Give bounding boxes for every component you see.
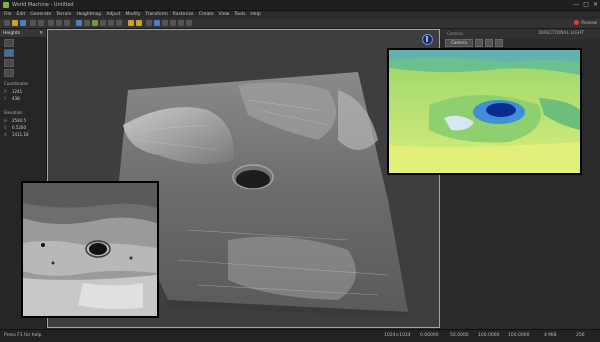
new-icon[interactable] (4, 20, 10, 26)
tool-palette (0, 37, 46, 79)
menu-edit[interactable]: Edit (17, 11, 26, 19)
redo-icon[interactable] (38, 20, 44, 26)
menu-bar: File Edit Generate Terrain Heightmap Adj… (0, 11, 600, 19)
elevation-row: H 2584.5 (0, 117, 46, 124)
left-panel-title: Heights (3, 30, 21, 36)
status-zoom: 256 (576, 333, 585, 338)
status-resolution: 1024×1024 (384, 333, 411, 338)
elevation-value: 1411.18 (12, 132, 29, 137)
elevation-row: S 0.5260 (0, 124, 46, 131)
status-bar: Press F1 for help 1024×1024 0.00000 50.0… (0, 329, 600, 342)
close-icon[interactable]: ✕ (39, 31, 43, 36)
right-panel-label: Camera (447, 31, 463, 36)
menu-file[interactable]: File (4, 11, 12, 19)
crater-mark (89, 243, 107, 255)
reset-view-icon[interactable] (495, 39, 503, 47)
copy-icon[interactable] (56, 20, 62, 26)
layout-icon[interactable] (76, 20, 82, 26)
preview-toggle-label: Preview (581, 20, 597, 25)
preview-toggle[interactable]: Preview (574, 20, 597, 25)
coordinates-label: Coordinates (4, 81, 29, 86)
elevation-key: H (4, 118, 8, 123)
window-title: World Machine - Untitled (12, 2, 74, 8)
terrain-icon[interactable] (92, 20, 98, 26)
coord-row: X 1241 (0, 88, 46, 95)
coord-key: X (4, 89, 7, 94)
lake-deep (486, 103, 516, 117)
pan-icon[interactable] (178, 20, 184, 26)
color-render-image (389, 50, 580, 173)
orbit-icon[interactable] (475, 39, 483, 47)
zoom-icon[interactable] (170, 20, 176, 26)
export-icon[interactable] (154, 20, 160, 26)
left-panel-header: Heights ✕ (0, 29, 46, 37)
view-icon[interactable] (84, 20, 90, 26)
compass-icon[interactable] (422, 34, 433, 45)
status-value: 0.00000 (420, 333, 439, 338)
probe-tool-icon[interactable] (4, 69, 14, 77)
grid-icon[interactable] (100, 20, 106, 26)
build-area-icon[interactable] (136, 20, 142, 26)
menu-create[interactable]: Create (199, 11, 214, 19)
save-icon[interactable] (20, 20, 26, 26)
record-icon (574, 20, 580, 25)
elevation-label: Elevation (4, 110, 23, 115)
maximize-button[interactable]: □ (583, 1, 589, 9)
build-icon[interactable] (128, 20, 134, 26)
elevation-key: S (4, 125, 7, 130)
color-render-inset (387, 48, 582, 175)
wireframe-icon[interactable] (108, 20, 114, 26)
menu-terrain[interactable]: Terrain (56, 11, 71, 19)
minimize-button[interactable]: — (573, 1, 579, 9)
menu-tools[interactable]: Tools (234, 11, 245, 19)
cut-icon[interactable] (48, 20, 54, 26)
camera-controls (475, 39, 503, 47)
heightmap-inset (21, 181, 159, 318)
menu-adjust[interactable]: Adjust (106, 11, 120, 19)
directional-light-header: DIRECTIONAL LIGHT (538, 31, 584, 36)
elevation-value: 2584.5 (12, 118, 26, 123)
menu-rasterize[interactable]: Rasterize (173, 11, 194, 19)
toolbar: Preview (0, 19, 600, 29)
coord-value: 438 (12, 96, 20, 101)
right-panel-header: Camera DIRECTIONAL LIGHT (441, 29, 600, 39)
menu-transform[interactable]: Transform (145, 11, 167, 19)
menu-view[interactable]: View (219, 11, 230, 19)
select-tool-icon[interactable] (4, 39, 14, 47)
light-icon[interactable] (116, 20, 122, 26)
coord-key: Y (4, 96, 7, 101)
status-hint: Press F1 for help (4, 333, 42, 338)
status-value: 50.0000 (450, 333, 469, 338)
open-icon[interactable] (12, 20, 18, 26)
title-bar: World Machine - Untitled — □ ✕ (0, 0, 600, 11)
status-value: 100.0000 (508, 333, 530, 338)
render-icon[interactable] (146, 20, 152, 26)
menu-help[interactable]: Help (250, 11, 260, 19)
undo-icon[interactable] (30, 20, 36, 26)
menu-heightmap[interactable]: Heightmap (77, 11, 102, 19)
coord-row: Y 438 (0, 95, 46, 102)
status-memory: 4 MiB (544, 333, 557, 338)
move-tool-icon[interactable] (4, 49, 14, 57)
coord-value: 1241 (12, 89, 23, 94)
close-button[interactable]: ✕ (593, 1, 598, 9)
paste-icon[interactable] (64, 20, 70, 26)
rotate-icon[interactable] (186, 20, 192, 26)
pan-view-icon[interactable] (485, 39, 493, 47)
window-controls: — □ ✕ (573, 1, 598, 9)
menu-modify[interactable]: Modify (125, 11, 140, 19)
app-icon (3, 2, 9, 8)
elevation-key: A (4, 132, 7, 137)
elevation-value: 0.5260 (12, 125, 26, 130)
zoom-tool-icon[interactable] (4, 59, 14, 67)
menu-generate[interactable]: Generate (30, 11, 51, 19)
elevation-row: A 1411.18 (0, 131, 46, 138)
heightmap-image (23, 183, 157, 316)
settings-icon[interactable] (162, 20, 168, 26)
camera-button[interactable]: Camera (445, 39, 473, 47)
status-value: 100.0000 (478, 333, 500, 338)
